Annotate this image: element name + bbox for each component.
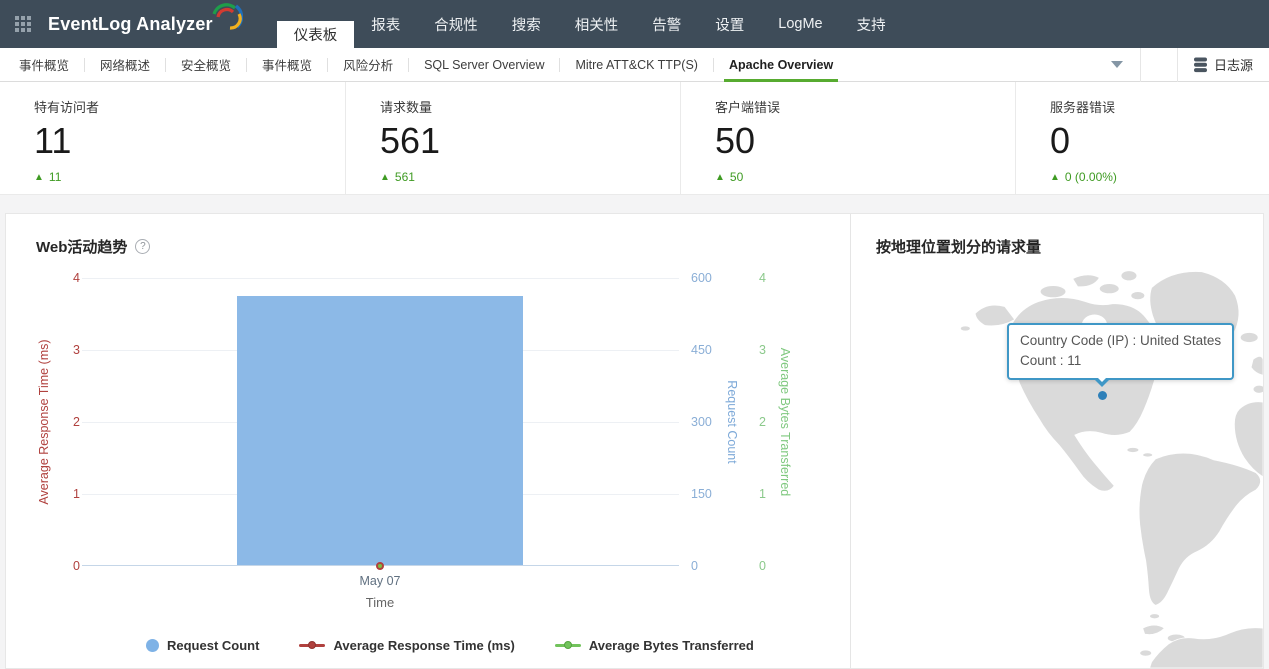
logo-swoosh-icon <box>212 3 243 30</box>
tab-support[interactable]: 支持 <box>840 0 903 48</box>
stat-value: 11 <box>34 120 72 161</box>
stat-client-errors: 客户端错误 50 ▲ 50 <box>680 82 1015 194</box>
chevron-down-icon <box>1110 61 1123 68</box>
tab-compliance[interactable]: 合规性 <box>417 0 495 48</box>
stat-request-count: 请求数量 561 ▲ 561 <box>345 82 680 194</box>
y-tick-bytes: 4 <box>759 271 766 285</box>
y-tick-response: 1 <box>73 487 80 501</box>
subnav-incident-overview[interactable]: 事件概览 <box>247 48 327 82</box>
subnav-network-overview[interactable]: 网络概述 <box>85 48 165 82</box>
requests-by-geolocation-widget: 按地理位置划分的请求量 Country Code (IP): United S… <box>851 214 1263 668</box>
up-arrow-icon: ▲ <box>715 171 725 183</box>
subnav-risk-analysis[interactable]: 风险分析 <box>328 48 408 82</box>
help-icon[interactable]: ? <box>135 239 151 254</box>
top-navbar: EventLog Analyzer 仪表板 报表 合规性 搜索 相关性 告警 设… <box>0 0 1269 48</box>
subnav-apache-overview[interactable]: Apache Overview <box>714 48 848 82</box>
x-axis-title: Time <box>365 595 395 610</box>
apps-grid-icon <box>15 16 31 32</box>
y-tick-response: 4 <box>73 271 80 285</box>
y-tick-requests: 150 <box>691 487 712 501</box>
log-sources-button[interactable]: 日志源 <box>1178 48 1269 82</box>
legend-line-icon <box>299 641 326 649</box>
legend-label: Average Bytes Transferred <box>588 638 754 653</box>
legend-label: Average Response Time (ms) <box>333 638 515 653</box>
tooltip-country: Country Code (IP) : United States <box>1020 333 1222 348</box>
trend-chart-plot: 4 3 2 1 0 600 450 300 150 0 4 3 2 1 0 Ma… <box>73 271 766 610</box>
stat-value: 50 <box>715 120 756 161</box>
tab-dashboard[interactable]: 仪表板 <box>276 21 355 48</box>
tab-reports[interactable]: 报表 <box>354 0 417 48</box>
stat-label: 特有访问者 <box>34 100 100 115</box>
product-logo: EventLog Analyzer <box>46 0 243 48</box>
subnav-sql-server-overview[interactable]: SQL Server Overview <box>409 48 559 82</box>
legend-response-time[interactable]: Average Response Time (ms) <box>299 638 515 653</box>
y-tick-requests: 600 <box>691 271 712 285</box>
stat-delta-value: 50 <box>729 170 744 184</box>
map-tooltip: Country Code (IP) : United States Count … <box>1007 323 1235 386</box>
apps-grid-button[interactable] <box>0 0 46 48</box>
main-tabs: 仪表板 报表 合规性 搜索 相关性 告警 设置 LogMe 支持 <box>276 0 903 48</box>
database-icon <box>1193 57 1207 72</box>
subnav-event-overview[interactable]: 事件概览 <box>4 48 84 82</box>
up-arrow-icon: ▲ <box>34 171 44 183</box>
tab-search[interactable]: 搜索 <box>495 0 558 48</box>
tab-settings[interactable]: 设置 <box>698 0 761 48</box>
subnav-mitre-attck[interactable]: Mitre ATT&CK TTP(S) <box>560 48 712 82</box>
widget-title-row: Web活动趋势 ? <box>36 236 151 257</box>
stat-delta: ▲ 11 <box>34 170 335 184</box>
legend-label: Request Count <box>167 638 260 653</box>
more-dashboards-dropdown[interactable] <box>1094 48 1140 82</box>
stat-delta: ▲ 561 <box>380 170 670 184</box>
stat-label: 请求数量 <box>380 100 433 115</box>
stat-unique-visitors: 特有访问者 11 ▲ 11 <box>0 82 345 194</box>
y-tick-requests: 300 <box>691 415 712 429</box>
request-count-bar[interactable] <box>237 295 523 565</box>
legend-line-icon <box>554 641 581 649</box>
left-axis-title: Average Response Time (ms) <box>37 339 51 505</box>
web-activity-trend-widget: Web活动趋势 ? 4 3 2 1 0 600 450 300 150 0 4 … <box>6 214 851 668</box>
stat-label: 客户端错误 <box>715 100 781 115</box>
tab-logme[interactable]: LogMe <box>761 0 839 48</box>
up-arrow-icon: ▲ <box>1050 171 1060 183</box>
subnav-security-overview[interactable]: 安全概览 <box>166 48 246 82</box>
summary-stats-row: 特有访问者 11 ▲ 11 请求数量 561 ▲ 561 客户端错误 50 ▲ … <box>0 82 1269 195</box>
stat-delta: ▲ 50 <box>715 170 1005 184</box>
stat-delta: ▲ 0 (0.00%) <box>1050 170 1259 184</box>
stat-delta-value: 11 <box>48 170 62 184</box>
legend-bytes-transferred[interactable]: Average Bytes Transferred <box>554 638 754 653</box>
legend-circle-icon <box>146 639 159 652</box>
product-name: EventLog Analyzer <box>48 13 213 34</box>
up-arrow-icon: ▲ <box>380 171 390 183</box>
dashboard-widgets-panel: Web活动趋势 ? 4 3 2 1 0 600 450 300 150 0 4 … <box>5 213 1264 669</box>
stat-label: 服务器错误 <box>1050 100 1116 115</box>
tab-alerts[interactable]: 告警 <box>635 0 698 48</box>
tab-correlation[interactable]: 相关性 <box>558 0 636 48</box>
x-tick-date: May 07 <box>359 574 401 588</box>
stat-value: 0 <box>1050 120 1071 161</box>
y-tick-response: 3 <box>73 343 80 357</box>
y-tick-requests: 450 <box>691 343 712 357</box>
gridline <box>82 278 679 279</box>
y-tick-response: 2 <box>73 415 80 429</box>
dashboard-subnav: 事件概览 网络概述 安全概览 事件概览 风险分析 SQL Server Over… <box>0 47 1269 82</box>
stat-delta-value: 0 (0.00%) <box>1064 170 1117 184</box>
tooltip-count: Count : 11 <box>1020 353 1082 369</box>
chart-legend: Request Count Average Response Time (ms)… <box>146 638 754 653</box>
section-gap <box>0 195 1269 213</box>
y-tick-requests: 0 <box>691 559 698 573</box>
y-tick-response: 0 <box>73 559 80 573</box>
y-tick-bytes: 0 <box>759 559 766 573</box>
stat-server-errors: 服务器错误 0 ▲ 0 (0.00%) <box>1015 82 1269 194</box>
stat-delta-value: 561 <box>394 170 415 184</box>
legend-request-count[interactable]: Request Count <box>146 638 259 653</box>
line-series-point[interactable] <box>376 562 384 570</box>
log-sources-label: 日志源 <box>1213 58 1253 73</box>
right-axis2-title: Average Bytes Transferred <box>778 347 792 497</box>
stat-value: 561 <box>380 120 441 161</box>
world-map[interactable] <box>851 214 1263 668</box>
right-axis1-title: Request Count <box>725 380 739 464</box>
widget-title: Web活动趋势 <box>36 239 128 256</box>
